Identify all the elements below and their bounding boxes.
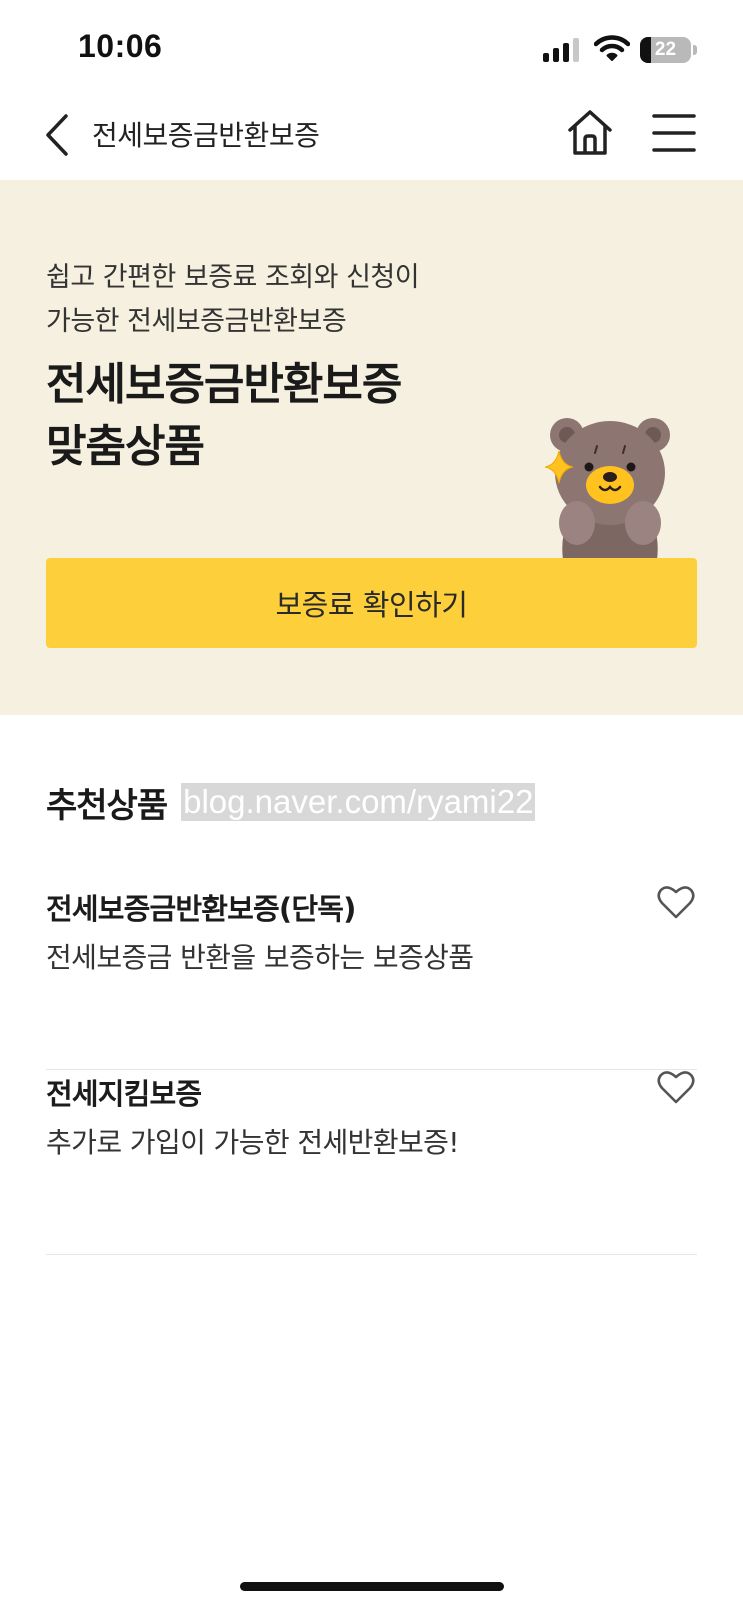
product-item[interactable]: 전세지킴보증 추가로 가입이 가능한 전세반환보증! bbox=[46, 1071, 697, 1255]
battery-icon: 22 bbox=[640, 37, 691, 63]
bear-mascot-icon bbox=[545, 418, 670, 560]
wifi-icon bbox=[594, 35, 630, 61]
app-screen: 10:06 22 전세보증금반환보증 쉽고 간편한 보증료 조회와 신청이 가능… bbox=[0, 0, 743, 1608]
status-time: 10:06 bbox=[78, 28, 163, 64]
nav-bar: 전세보증금반환보증 bbox=[0, 100, 743, 180]
section-title: 추천상품 bbox=[46, 785, 168, 826]
product-name: 전세지킴보증 bbox=[46, 1077, 202, 1111]
chevron-left-icon[interactable] bbox=[38, 112, 78, 158]
hero-title-line: 전세보증금반환보증 bbox=[46, 359, 402, 410]
status-bar: 10:06 22 bbox=[0, 0, 743, 100]
hero-subtitle-line: 쉽고 간편한 보증료 조회와 신청이 bbox=[46, 262, 420, 293]
battery-percent: 22 bbox=[654, 39, 677, 60]
product-name: 전세보증금반환보증(단독) bbox=[46, 892, 356, 926]
battery-tip bbox=[693, 45, 697, 55]
product-item[interactable]: 전세보증금반환보증(단독) 전세보증금 반환을 보증하는 보증상품 bbox=[46, 886, 697, 1070]
product-description: 추가로 가입이 가능한 전세반환보증! bbox=[46, 1126, 460, 1159]
hamburger-menu-icon[interactable] bbox=[652, 112, 696, 154]
hero-title-line: 맞춤상품 bbox=[46, 421, 205, 472]
check-fee-button[interactable]: 보증료 확인하기 bbox=[46, 558, 697, 648]
signal-icon bbox=[543, 38, 581, 62]
heart-outline-icon[interactable] bbox=[657, 1069, 695, 1105]
hero-title: 전세보증금반환보증 맞춤상품 bbox=[46, 354, 402, 478]
page-title: 전세보증금반환보증 bbox=[92, 119, 320, 152]
home-indicator[interactable] bbox=[240, 1582, 504, 1591]
home-icon[interactable] bbox=[566, 108, 614, 158]
hero-subtitle-line: 가능한 전세보증금반환보증 bbox=[46, 306, 347, 337]
heart-outline-icon[interactable] bbox=[657, 884, 695, 920]
watermark-overlay: blog.naver.com/ryami22 bbox=[181, 783, 536, 821]
hero-banner: 쉽고 간편한 보증료 조회와 신청이 가능한 전세보증금반환보증 전세보증금반환… bbox=[0, 180, 743, 715]
hero-subtitle: 쉽고 간편한 보증료 조회와 신청이 가능한 전세보증금반환보증 bbox=[46, 256, 506, 344]
product-description: 전세보증금 반환을 보증하는 보증상품 bbox=[46, 941, 474, 974]
recommended-header: 추천상품 blog.naver.com/ryami22 bbox=[46, 780, 536, 826]
